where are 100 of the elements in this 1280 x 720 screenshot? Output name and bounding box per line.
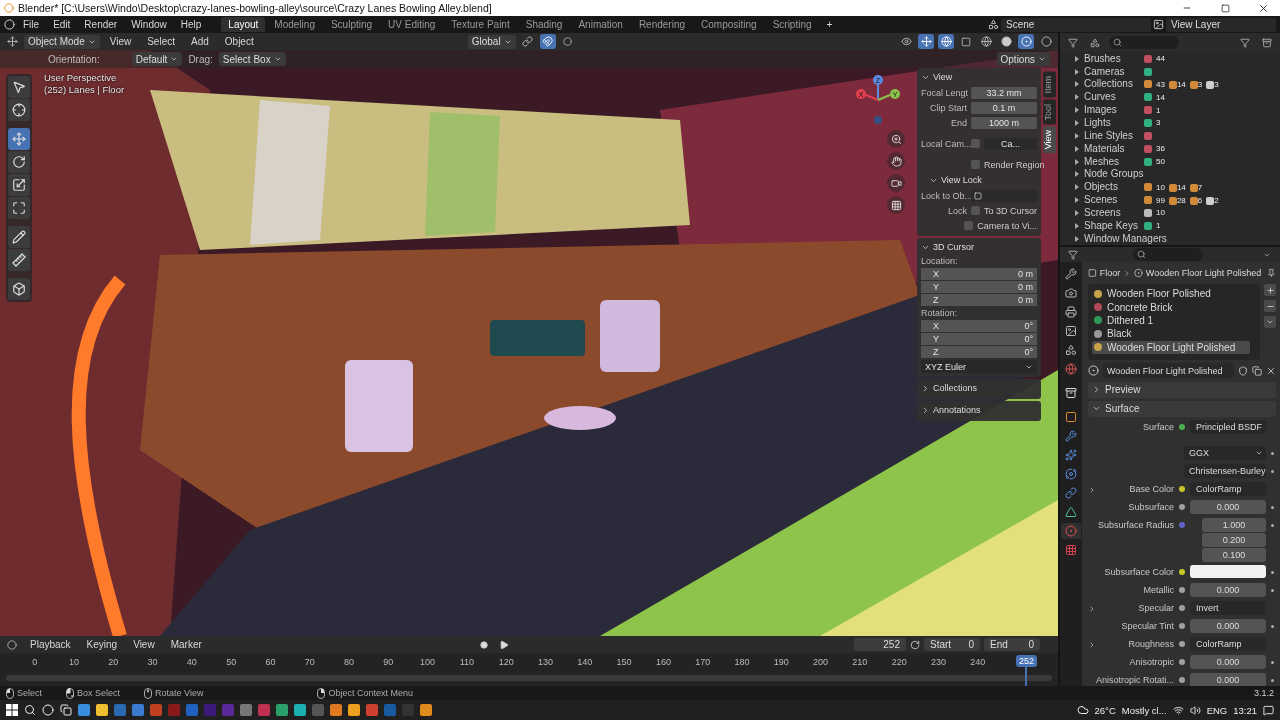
tool-button[interactable] [8, 76, 30, 98]
windows-logo-icon[interactable] [6, 704, 18, 716]
orientation-dropdown[interactable]: Default [131, 52, 183, 66]
menu-item[interactable]: View [127, 639, 161, 650]
outliner-row[interactable]: Scenes 99 28 6 2 [1060, 193, 1280, 207]
outliner-row[interactable]: Screens 10 [1060, 206, 1280, 220]
globe-icon[interactable] [1065, 363, 1077, 375]
checkbox[interactable] [971, 160, 980, 169]
app-icon[interactable] [96, 704, 108, 716]
menu-item[interactable]: Render [78, 19, 124, 30]
material-preview-button[interactable] [1018, 34, 1034, 49]
search-field[interactable] [1133, 248, 1203, 261]
sidebar-tab[interactable]: Item [1043, 72, 1056, 98]
pin-icon[interactable] [1267, 268, 1276, 278]
app-icon[interactable] [132, 704, 144, 716]
language-indicator[interactable]: ENG [1206, 704, 1228, 716]
number-field[interactable]: 0.100 [1202, 547, 1266, 562]
checkbox[interactable] [971, 139, 980, 148]
view-layer-field[interactable]: View Layer [1166, 17, 1276, 32]
slot-menu-button[interactable] [1264, 316, 1276, 328]
outliner-row[interactable]: Materials 36 [1060, 142, 1280, 156]
outliner-row[interactable]: Curves 14 [1060, 90, 1280, 104]
orientation-dropdown[interactable]: Global [467, 34, 516, 49]
tool-button[interactable] [8, 99, 30, 121]
playhead[interactable]: 252 [1016, 655, 1038, 667]
menu-item[interactable]: Select [141, 36, 181, 47]
panel-header[interactable]: 3D Cursor [921, 240, 1037, 254]
mode-dropdown[interactable]: Object Mode [24, 34, 100, 49]
panel-header[interactable]: Collections [921, 381, 1037, 395]
wireframe-button[interactable] [978, 34, 994, 49]
tool-button[interactable] [8, 278, 30, 300]
material-slot[interactable]: Wooden Floor Light Polished [1092, 340, 1250, 354]
color-swatch[interactable] [1190, 564, 1266, 578]
workspace-tab[interactable]: Modeling [267, 17, 322, 32]
workspace-tab[interactable]: Animation [571, 17, 630, 32]
outliner-row[interactable]: Shape Keys 1 [1060, 219, 1280, 233]
app-icon[interactable] [78, 704, 90, 716]
overlay-button[interactable] [938, 34, 954, 49]
outliner-row[interactable]: Lights 3 [1060, 116, 1280, 130]
app-icon[interactable] [276, 704, 288, 716]
start-frame-field[interactable]: Start 0 [924, 638, 980, 651]
pivot-button[interactable] [519, 34, 536, 49]
app-icon[interactable] [348, 704, 360, 716]
unlink-icon[interactable] [1266, 365, 1276, 376]
checkbox[interactable] [971, 206, 980, 215]
search-icon[interactable] [24, 704, 36, 716]
gizmo-button[interactable] [918, 34, 934, 49]
notifications-icon[interactable] [1263, 704, 1274, 716]
number-field[interactable]: Y 0 m [921, 281, 1037, 293]
menu-item[interactable]: Keying [80, 639, 124, 650]
outliner-row[interactable]: Brushes 44 [1060, 52, 1280, 66]
circle-icon[interactable] [42, 704, 54, 716]
number-field[interactable]: 0.000 [1190, 582, 1266, 597]
linked-node-field[interactable]: ColorRamp [1190, 481, 1266, 496]
rendered-button[interactable] [1038, 34, 1054, 49]
link-icon[interactable] [1065, 487, 1077, 499]
search-field[interactable] [1109, 36, 1179, 50]
breadcrumb-item[interactable]: Wooden Floor Light Polished [1145, 268, 1262, 278]
number-field[interactable]: 0.1 m [971, 101, 1037, 114]
outliner-row[interactable]: Node Groups [1060, 167, 1280, 181]
workspace-tab[interactable]: Sculpting [323, 17, 380, 32]
object-field[interactable] [971, 189, 1037, 202]
workspace-tab[interactable]: Rendering [631, 17, 693, 32]
sidebar-tab[interactable]: View [1043, 126, 1056, 154]
shapes-icon[interactable] [1065, 344, 1077, 356]
axis-handle[interactable] [874, 116, 882, 124]
tool-button[interactable] [8, 128, 30, 150]
outliner-row[interactable]: Objects 10 14 7 [1060, 180, 1280, 194]
clock[interactable]: 13:21 [1233, 704, 1257, 716]
outliner-row[interactable]: Line Styles [1060, 129, 1280, 143]
volume-icon[interactable] [1189, 704, 1201, 716]
camera-field[interactable]: Ca... [984, 137, 1037, 150]
panel-header[interactable]: Surface [1088, 400, 1276, 417]
archive-icon[interactable] [1065, 387, 1077, 399]
tool-button[interactable] [8, 174, 30, 196]
number-field[interactable]: 0.000 [1190, 499, 1266, 514]
app-icon[interactable] [294, 704, 306, 716]
sphere-icon[interactable] [1065, 525, 1077, 537]
image-icon[interactable] [1065, 325, 1077, 337]
material-slot[interactable]: Concrete Brick [1092, 300, 1250, 314]
task-view-icon[interactable] [60, 704, 72, 716]
workspace-tab[interactable]: Compositing [694, 17, 764, 32]
tool-button[interactable] [8, 249, 30, 271]
wifi-icon[interactable] [1172, 704, 1184, 716]
number-field[interactable]: 1000 m [971, 116, 1037, 129]
menu-item[interactable]: File [17, 19, 46, 30]
pan-button[interactable] [887, 152, 905, 170]
add-slot-button[interactable] [1264, 284, 1276, 296]
number-field[interactable]: X 0 m [921, 268, 1037, 280]
workspace-tab[interactable]: Shading [518, 17, 570, 32]
subpanel-header[interactable]: View Lock [921, 173, 1037, 187]
number-field[interactable]: Y 0° [921, 333, 1037, 345]
scene-field[interactable]: Scene [1001, 17, 1151, 32]
workspace-tab[interactable]: UV Editing [381, 17, 443, 32]
remove-slot-button[interactable] [1264, 300, 1276, 312]
app-icon[interactable] [366, 704, 378, 716]
snap-button[interactable] [539, 34, 556, 49]
editor-type-button[interactable] [4, 637, 20, 652]
material-slot[interactable]: Wooden Floor Polished [1092, 287, 1250, 301]
number-field[interactable]: 0.000 [1190, 672, 1266, 686]
